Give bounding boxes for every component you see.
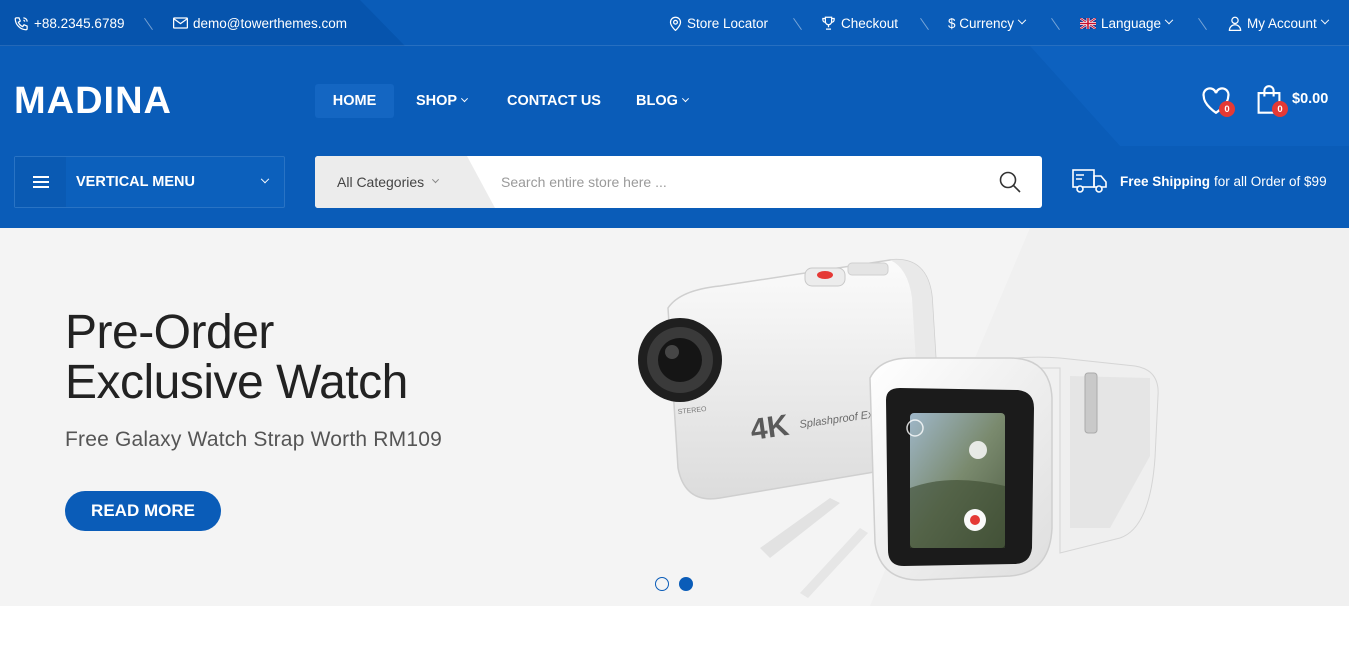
vertical-menu-label: VERTICAL MENU	[76, 174, 195, 190]
language-dropdown[interactable]: Language	[1080, 0, 1174, 46]
chevron-down-icon	[1164, 15, 1174, 25]
top-bar: +88.2345.6789 demo@towerthemes.com Store…	[0, 0, 1349, 46]
nav-shop-label: SHOP	[416, 93, 458, 109]
nav-blog[interactable]: BLOG	[636, 84, 689, 118]
category-select[interactable]: All Categories	[315, 156, 495, 208]
cart-button[interactable]: 0	[1256, 85, 1288, 120]
truck-icon	[1072, 169, 1107, 193]
decorative-streak	[800, 528, 868, 598]
checkout-link[interactable]: Checkout	[821, 0, 898, 46]
currency-dropdown[interactable]: $ Currency	[948, 0, 1027, 46]
store-locator-label: Store Locator	[687, 15, 769, 31]
language-label: Language	[1101, 15, 1162, 31]
chevron-down-icon	[1320, 15, 1330, 25]
hero-product-image: 4K Splashproof Ex STEREO	[638, 258, 1159, 598]
phone-contact[interactable]: +88.2345.6789	[14, 0, 124, 46]
checkout-label: Checkout	[841, 15, 899, 31]
nav-home-label: HOME	[332, 93, 377, 109]
slider-pagination	[655, 577, 703, 591]
topbar-divider	[1198, 17, 1207, 31]
topbar-divider	[793, 17, 802, 31]
email-address: demo@towerthemes.com	[193, 15, 348, 31]
nav-contact[interactable]: CONTACT US	[507, 84, 601, 118]
cart-count-badge: 0	[1272, 101, 1288, 117]
hero-slider: Pre-Order Exclusive Watch Free Galaxy Wa…	[0, 228, 1349, 606]
my-account-label: My Account	[1247, 15, 1317, 31]
flag-icon	[1080, 17, 1096, 29]
smart-watch	[869, 356, 1159, 581]
site-header: +88.2345.6789 demo@towerthemes.com Store…	[0, 0, 1349, 228]
email-contact[interactable]: demo@towerthemes.com	[173, 0, 347, 46]
nav-shop[interactable]: SHOP	[416, 84, 469, 118]
free-shipping-strong: Free Shipping	[1120, 173, 1211, 189]
nav-contact-label: CONTACT US	[507, 93, 601, 109]
slider-dot-2[interactable]	[679, 577, 693, 591]
chevron-down-icon	[260, 174, 270, 184]
hamburger-icon	[15, 157, 66, 207]
search-icon	[999, 171, 1021, 193]
vertical-menu-toggle[interactable]: VERTICAL MENU	[14, 156, 285, 208]
hero-subtitle: Free Galaxy Watch Strap Worth RM109	[65, 428, 442, 451]
search-input[interactable]	[501, 166, 991, 198]
phone-icon	[14, 16, 28, 30]
category-select-value: All Categories	[337, 174, 425, 190]
nav-home[interactable]: HOME	[315, 84, 394, 118]
chevron-down-icon	[1017, 15, 1027, 25]
currency-label: $ Currency	[948, 15, 1015, 31]
free-shipping-text: for all Order of $99	[1214, 173, 1327, 189]
location-pin-icon	[669, 16, 682, 31]
search-button[interactable]	[998, 170, 1022, 194]
user-icon	[1228, 16, 1242, 31]
hero-title: Pre-Order Exclusive Watch	[65, 308, 408, 408]
chevron-down-icon	[461, 94, 469, 102]
hero-title-line2: Exclusive Watch	[65, 356, 408, 409]
topbar-divider	[1051, 17, 1060, 31]
chevron-down-icon	[681, 94, 689, 102]
nav-blog-label: BLOG	[636, 93, 678, 109]
trophy-icon	[822, 16, 835, 30]
cart-total[interactable]: $0.00	[1292, 91, 1328, 107]
slider-dot-1[interactable]	[655, 577, 669, 591]
read-more-button[interactable]: READ MORE	[65, 491, 221, 531]
topbar-divider	[920, 17, 929, 31]
decorative-streak	[760, 498, 840, 558]
my-account-dropdown[interactable]: My Account	[1228, 0, 1330, 46]
wishlist-button[interactable]: 0	[1201, 87, 1235, 119]
free-shipping-notice: Free Shipping for all Order of $99	[1072, 168, 1327, 194]
site-logo[interactable]: MADINA	[14, 78, 172, 124]
page: +88.2345.6789 demo@towerthemes.com Store…	[0, 0, 1349, 658]
phone-number: +88.2345.6789	[34, 15, 125, 31]
camera-4k-label: 4K	[748, 409, 791, 447]
store-locator-link[interactable]: Store Locator	[669, 0, 768, 46]
chevron-down-icon	[432, 175, 440, 183]
topbar-divider	[144, 17, 153, 31]
mail-icon	[173, 17, 188, 29]
hero-title-line1: Pre-Order	[65, 306, 274, 359]
search-bar: All Categories	[315, 156, 1042, 208]
wishlist-count-badge: 0	[1219, 101, 1235, 117]
